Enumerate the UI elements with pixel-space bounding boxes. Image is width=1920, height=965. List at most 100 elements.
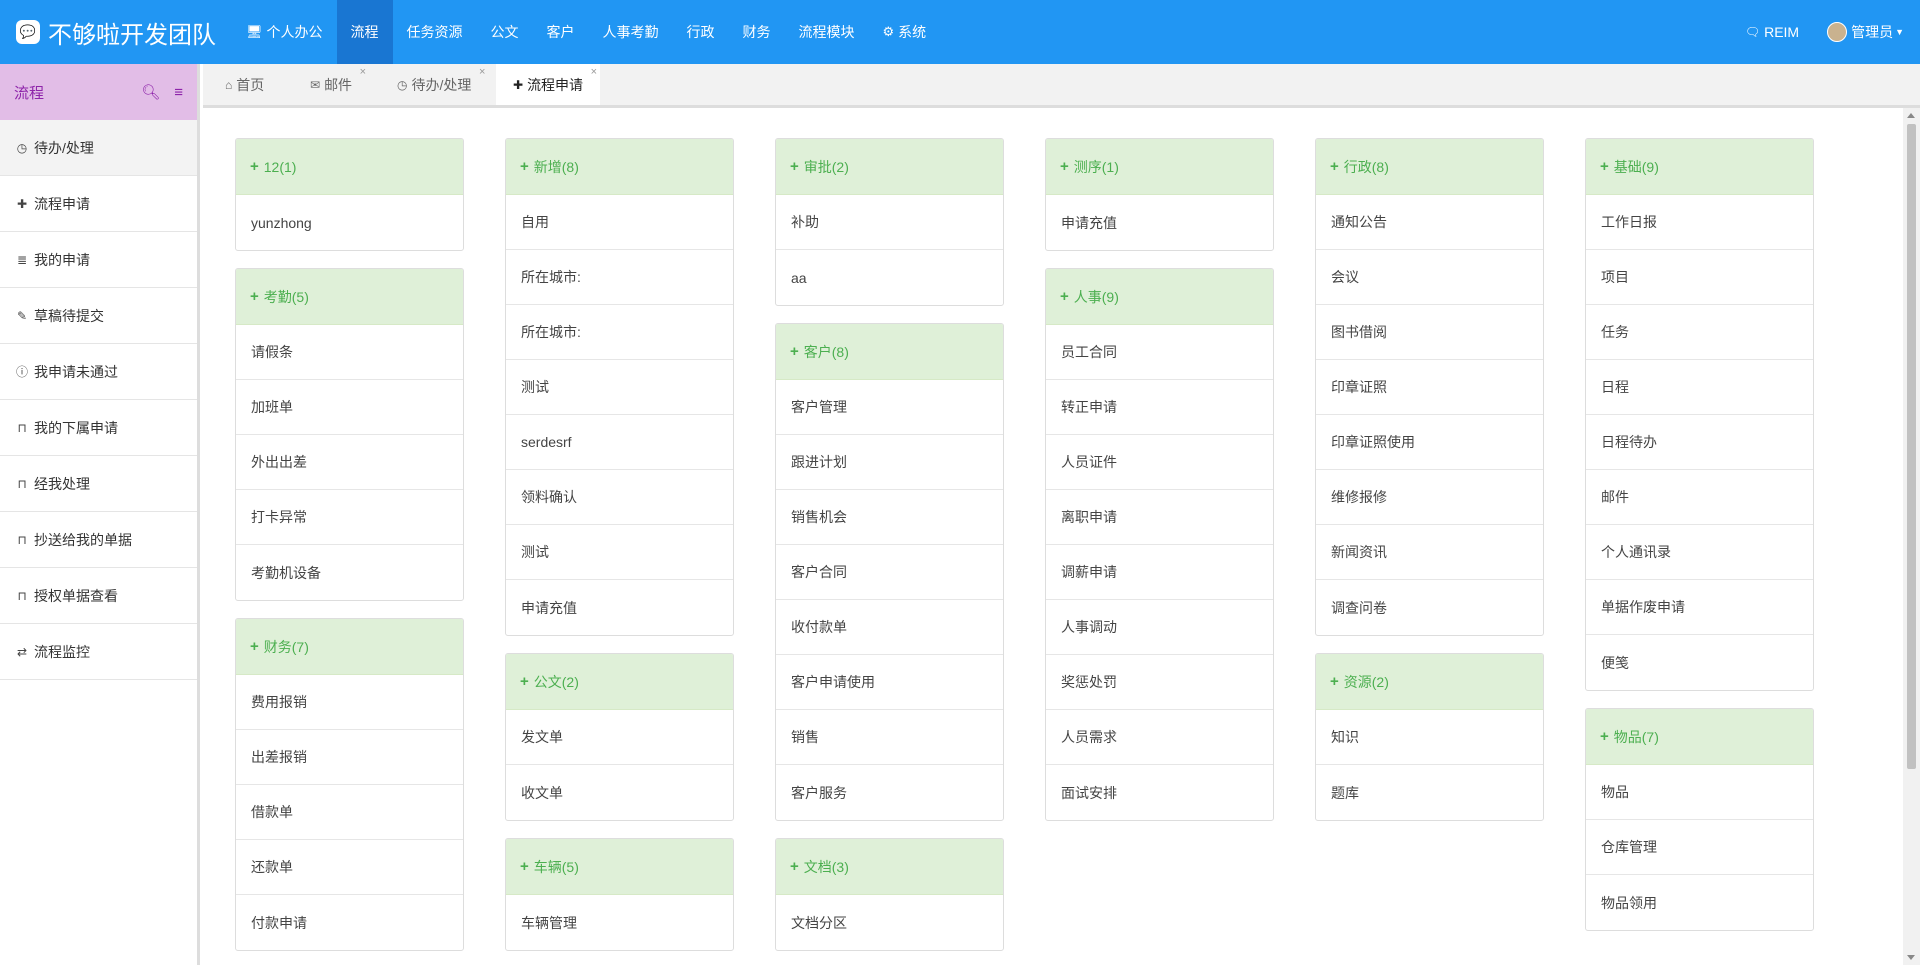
workflow-item[interactable]: 面试安排	[1046, 765, 1273, 820]
workflow-item[interactable]: 任务	[1586, 305, 1813, 360]
sidebar-item-rejected[interactable]: ⓘ 我申请未通过	[0, 344, 197, 400]
nav-customers[interactable]: 客户	[533, 0, 589, 64]
workflow-item[interactable]: aa	[776, 250, 1003, 305]
workflow-item[interactable]: 新闻资讯	[1316, 525, 1543, 580]
category-panel-header[interactable]: + 测序(1)	[1046, 139, 1273, 195]
category-panel-header[interactable]: + 文档(3)	[776, 839, 1003, 895]
workflow-item[interactable]: 客户管理	[776, 380, 1003, 435]
workflow-item[interactable]: 物品	[1586, 765, 1813, 820]
scrollbar[interactable]	[1903, 108, 1920, 965]
workflow-item[interactable]: 考勤机设备	[236, 545, 463, 600]
workflow-item[interactable]: 所在城市:	[506, 250, 733, 305]
workflow-item[interactable]: 借款单	[236, 785, 463, 840]
workflow-item[interactable]: 图书借阅	[1316, 305, 1543, 360]
workflow-item[interactable]: 日程	[1586, 360, 1813, 415]
category-panel-header[interactable]: + 车辆(5)	[506, 839, 733, 895]
workflow-item[interactable]: 申请充值	[1046, 195, 1273, 250]
category-panel-header[interactable]: + 公文(2)	[506, 654, 733, 710]
search-icon[interactable]: 🔍︎	[141, 83, 160, 101]
workflow-item[interactable]: 印章证照	[1316, 360, 1543, 415]
workflow-item[interactable]: 邮件	[1586, 470, 1813, 525]
workflow-item[interactable]: 项目	[1586, 250, 1813, 305]
tab-home[interactable]: ⌂ 首页	[208, 64, 281, 105]
workflow-item[interactable]: 发文单	[506, 710, 733, 765]
sidebar-item-cc-to-me[interactable]: ⊓ 抄送给我的单据	[0, 512, 197, 568]
workflow-item[interactable]: 仓库管理	[1586, 820, 1813, 875]
workflow-item[interactable]: 外出出差	[236, 435, 463, 490]
workflow-item[interactable]: 个人通讯录	[1586, 525, 1813, 580]
scroll-up-arrow-icon[interactable]	[1907, 113, 1915, 118]
sidebar-item-drafts[interactable]: ✎ 草稿待提交	[0, 288, 197, 344]
workflow-item[interactable]: 调薪申请	[1046, 545, 1273, 600]
workflow-item[interactable]: 所在城市:	[506, 305, 733, 360]
close-icon[interactable]: ×	[591, 66, 597, 78]
brand[interactable]: 💬 不够啦开发团队	[16, 0, 216, 64]
workflow-item[interactable]: 费用报销	[236, 675, 463, 730]
workflow-item[interactable]: 客户申请使用	[776, 655, 1003, 710]
workflow-item[interactable]: 领料确认	[506, 470, 733, 525]
tab-workflow-apply[interactable]: ✚ 流程申请 ×	[496, 64, 601, 105]
category-panel-header[interactable]: + 审批(2)	[776, 139, 1003, 195]
workflow-item[interactable]: 印章证照使用	[1316, 415, 1543, 470]
nav-personal-office[interactable]: 🖥 个人办公	[232, 0, 337, 64]
workflow-item[interactable]: 调查问卷	[1316, 580, 1543, 635]
reim-link[interactable]: 🗨 REIM	[1745, 24, 1799, 40]
category-panel-header[interactable]: + 基础(9)	[1586, 139, 1813, 195]
category-panel-header[interactable]: + 考勤(5)	[236, 269, 463, 325]
workflow-item[interactable]: 维修报修	[1316, 470, 1543, 525]
workflow-item[interactable]: 收付款单	[776, 600, 1003, 655]
workflow-item[interactable]: 补助	[776, 195, 1003, 250]
workflow-item[interactable]: 打卡异常	[236, 490, 463, 545]
workflow-item[interactable]: 工作日报	[1586, 195, 1813, 250]
workflow-item[interactable]: 通知公告	[1316, 195, 1543, 250]
workflow-item[interactable]: 跟进计划	[776, 435, 1003, 490]
sidebar-item-monitor[interactable]: ⇄ 流程监控	[0, 624, 197, 680]
tab-mail[interactable]: ✉ 邮件 ×	[293, 64, 369, 105]
sidebar-item-apply[interactable]: ✚ 流程申请	[0, 176, 197, 232]
workflow-item[interactable]: 文档分区	[776, 895, 1003, 950]
sidebar-item-my-applications[interactable]: ≣ 我的申请	[0, 232, 197, 288]
workflow-item[interactable]: 单据作废申请	[1586, 580, 1813, 635]
nav-workflow[interactable]: 流程	[336, 0, 393, 64]
workflow-item[interactable]: 人事调动	[1046, 600, 1273, 655]
workflow-item[interactable]: 客户服务	[776, 765, 1003, 820]
category-panel-header[interactable]: + 新增(8)	[506, 139, 733, 195]
workflow-item[interactable]: 还款单	[236, 840, 463, 895]
workflow-item[interactable]: 会议	[1316, 250, 1543, 305]
workflow-item[interactable]: 便笺	[1586, 635, 1813, 690]
workflow-item[interactable]: 奖惩处罚	[1046, 655, 1273, 710]
menu-icon[interactable]: ≡	[174, 84, 183, 101]
workflow-item[interactable]: yunzhong	[236, 195, 463, 250]
workflow-item[interactable]: 收文单	[506, 765, 733, 820]
workflow-item[interactable]: 转正申请	[1046, 380, 1273, 435]
nav-task-resources[interactable]: 任务资源	[393, 0, 477, 64]
workflow-item[interactable]: 题库	[1316, 765, 1543, 820]
workflow-item[interactable]: 测试	[506, 360, 733, 415]
workflow-item[interactable]: 申请充值	[506, 580, 733, 635]
workflow-item[interactable]: 离职申请	[1046, 490, 1273, 545]
user-menu[interactable]: 管理员 ▼	[1827, 22, 1904, 42]
scroll-down-arrow-icon[interactable]	[1907, 955, 1915, 960]
nav-finance[interactable]: 财务	[729, 0, 785, 64]
workflow-item[interactable]: 测试	[506, 525, 733, 580]
nav-administration[interactable]: 行政	[673, 0, 729, 64]
workflow-item[interactable]: 出差报销	[236, 730, 463, 785]
category-panel-header[interactable]: + 客户(8)	[776, 324, 1003, 380]
workflow-item[interactable]: 客户合同	[776, 545, 1003, 600]
workflow-item[interactable]: 员工合同	[1046, 325, 1273, 380]
workflow-item[interactable]: 付款申请	[236, 895, 463, 950]
nav-workflow-modules[interactable]: 流程模块	[785, 0, 869, 64]
sidebar-item-authorized[interactable]: ⊓ 授权单据查看	[0, 568, 197, 624]
close-icon[interactable]: ×	[479, 66, 485, 78]
nav-hr-attendance[interactable]: 人事考勤	[589, 0, 673, 64]
category-panel-header[interactable]: + 行政(8)	[1316, 139, 1543, 195]
nav-documents[interactable]: 公文	[477, 0, 533, 64]
category-panel-header[interactable]: + 物品(7)	[1586, 709, 1813, 765]
workflow-item[interactable]: 销售机会	[776, 490, 1003, 545]
workflow-item[interactable]: 销售	[776, 710, 1003, 765]
workflow-item[interactable]: 请假条	[236, 325, 463, 380]
sidebar-item-handled[interactable]: ⊓ 经我处理	[0, 456, 197, 512]
workflow-item[interactable]: 物品领用	[1586, 875, 1813, 930]
workflow-item[interactable]: 加班单	[236, 380, 463, 435]
workflow-item[interactable]: serdesrf	[506, 415, 733, 470]
